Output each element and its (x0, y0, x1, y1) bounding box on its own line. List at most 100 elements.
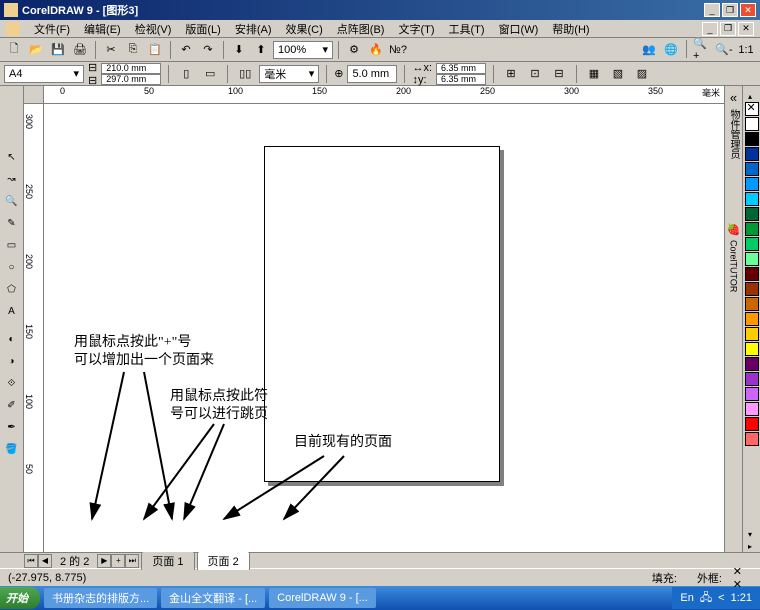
color-swatch[interactable] (745, 342, 759, 356)
color-swatch[interactable] (745, 312, 759, 326)
undo-button[interactable]: ↶ (176, 40, 196, 60)
paper-combo[interactable]: A4▾ (4, 65, 84, 83)
option1-button[interactable]: ▦ (584, 64, 604, 84)
portrait-button[interactable]: ▯ (176, 64, 196, 84)
units-combo[interactable]: 毫米▾ (259, 65, 319, 83)
horizontal-ruler[interactable]: 0 50 100 150 200 250 300 350 毫米 (44, 86, 724, 104)
tray-volume-icon[interactable]: < (718, 592, 724, 604)
zoom-11-button[interactable]: 1:1 (736, 40, 756, 60)
option2-button[interactable]: ▧ (608, 64, 628, 84)
paste-button[interactable]: 📋 (145, 40, 165, 60)
eyedropper-tool[interactable]: ✐ (2, 395, 22, 415)
menu-effects[interactable]: 效果(C) (280, 19, 329, 39)
color-swatch[interactable] (745, 297, 759, 311)
doc-close-button[interactable]: ✕ (738, 22, 754, 36)
option3-button[interactable]: ▨ (632, 64, 652, 84)
color-swatch[interactable] (745, 222, 759, 236)
add-page-button[interactable]: + (111, 554, 125, 568)
color-swatch[interactable] (745, 192, 759, 206)
color-swatch[interactable] (745, 117, 759, 131)
snap-grid-button[interactable]: ⊞ (501, 64, 521, 84)
interactive-blend-tool[interactable]: ⟐ (2, 373, 22, 393)
canvas-area[interactable]: 0 50 100 150 200 250 300 350 毫米 300 250 … (24, 86, 724, 552)
page-height-input[interactable] (101, 74, 161, 85)
freehand-tool[interactable]: ✎ (2, 213, 22, 233)
corel-online-button[interactable]: 🔥 (366, 40, 386, 60)
color-swatch[interactable] (745, 132, 759, 146)
menu-help[interactable]: 帮助(H) (546, 19, 595, 39)
interactive-transp-tool[interactable]: ◑ (2, 351, 22, 371)
color-swatch[interactable] (745, 327, 759, 341)
page-tab-2[interactable]: 页面 2 (197, 551, 250, 570)
polygon-tool[interactable]: ⬠ (2, 279, 22, 299)
ellipse-tool[interactable]: ○ (2, 257, 22, 277)
ruler-origin[interactable] (24, 86, 44, 104)
palette-down-button[interactable]: ▾ (743, 528, 757, 540)
color-swatch[interactable] (745, 417, 759, 431)
menu-window[interactable]: 窗口(W) (493, 19, 545, 39)
new-button[interactable]: 🗋 (4, 40, 24, 60)
page-tab-1[interactable]: 页面 1 (141, 551, 194, 570)
minimize-button[interactable]: _ (704, 3, 720, 17)
color-swatch[interactable] (745, 402, 759, 416)
community-button[interactable]: 👥 (639, 40, 659, 60)
snap-guide-button[interactable]: ⊡ (525, 64, 545, 84)
no-color-swatch[interactable]: ✕ (745, 102, 759, 116)
menu-tools[interactable]: 工具(T) (443, 19, 491, 39)
print-button[interactable]: 🖨 (70, 40, 90, 60)
palette-flyout-button[interactable]: ▸ (743, 540, 757, 552)
color-swatch[interactable] (745, 267, 759, 281)
close-button[interactable]: ✕ (740, 3, 756, 17)
landscape-button[interactable]: ▭ (200, 64, 220, 84)
interactive-fill-tool[interactable]: ◐ (2, 329, 22, 349)
web-button[interactable]: 🌐 (661, 40, 681, 60)
docker-tab[interactable]: 物件管理员 (726, 109, 741, 159)
tray-network-icon[interactable]: 🖧 (700, 589, 712, 608)
doc-minimize-button[interactable]: _ (702, 22, 718, 36)
menu-file[interactable]: 文件(F) (28, 19, 76, 39)
zoom-out-button[interactable]: 🔍- (714, 40, 734, 60)
task-item-2[interactable]: 金山全文翻译 - [... (161, 588, 265, 608)
prev-page-button[interactable]: ◀ (38, 554, 52, 568)
zoom-combo[interactable]: 100%▾ (273, 41, 333, 59)
menu-bitmap[interactable]: 点阵图(B) (331, 19, 391, 39)
next-page-button[interactable]: ▶ (97, 554, 111, 568)
start-button[interactable]: 开始 (0, 587, 40, 609)
color-swatch[interactable] (745, 282, 759, 296)
script-button[interactable]: ⚙ (344, 40, 364, 60)
dup-x-input[interactable] (436, 63, 486, 74)
redo-button[interactable]: ↷ (198, 40, 218, 60)
corel-tutor-icon[interactable]: 🍓 (727, 223, 741, 236)
menu-edit[interactable]: 编辑(E) (78, 19, 127, 39)
task-item-3[interactable]: CorelDRAW 9 - [... (269, 588, 376, 608)
menu-arrange[interactable]: 安排(A) (229, 19, 278, 39)
maximize-button[interactable]: ❐ (722, 3, 738, 17)
export-button[interactable]: ⬆ (251, 40, 271, 60)
color-swatch[interactable] (745, 372, 759, 386)
save-button[interactable]: 💾 (48, 40, 68, 60)
menu-text[interactable]: 文字(T) (392, 19, 440, 39)
nudge-input[interactable] (347, 65, 397, 83)
text-tool[interactable]: A (2, 301, 22, 321)
last-page-button[interactable]: ⏭ (125, 554, 139, 568)
tray-clock[interactable]: 1:21 (731, 592, 752, 604)
shape-tool[interactable]: ↝ (2, 169, 22, 189)
what-button[interactable]: №? (388, 40, 408, 60)
color-swatch[interactable] (745, 237, 759, 251)
tray-ime-icon[interactable]: En (680, 592, 693, 604)
fill-tool[interactable]: 🪣 (2, 439, 22, 459)
outline-tool[interactable]: ✒ (2, 417, 22, 437)
rectangle-tool[interactable]: ▭ (2, 235, 22, 255)
color-swatch[interactable] (745, 357, 759, 371)
snap-obj-button[interactable]: ⊟ (549, 64, 569, 84)
cut-button[interactable]: ✂ (101, 40, 121, 60)
page-width-input[interactable] (101, 63, 161, 74)
task-item-1[interactable]: 书册杂志的排版方... (44, 588, 157, 608)
menu-view[interactable]: 检视(V) (129, 19, 178, 39)
system-tray[interactable]: En 🖧 < 1:21 (672, 587, 760, 609)
zoom-tool[interactable]: 🔍 (2, 191, 22, 211)
first-page-button[interactable]: ⏮ (24, 554, 38, 568)
doc-restore-button[interactable]: ❐ (720, 22, 736, 36)
menu-layout[interactable]: 版面(L) (179, 19, 226, 39)
color-swatch[interactable] (745, 432, 759, 446)
